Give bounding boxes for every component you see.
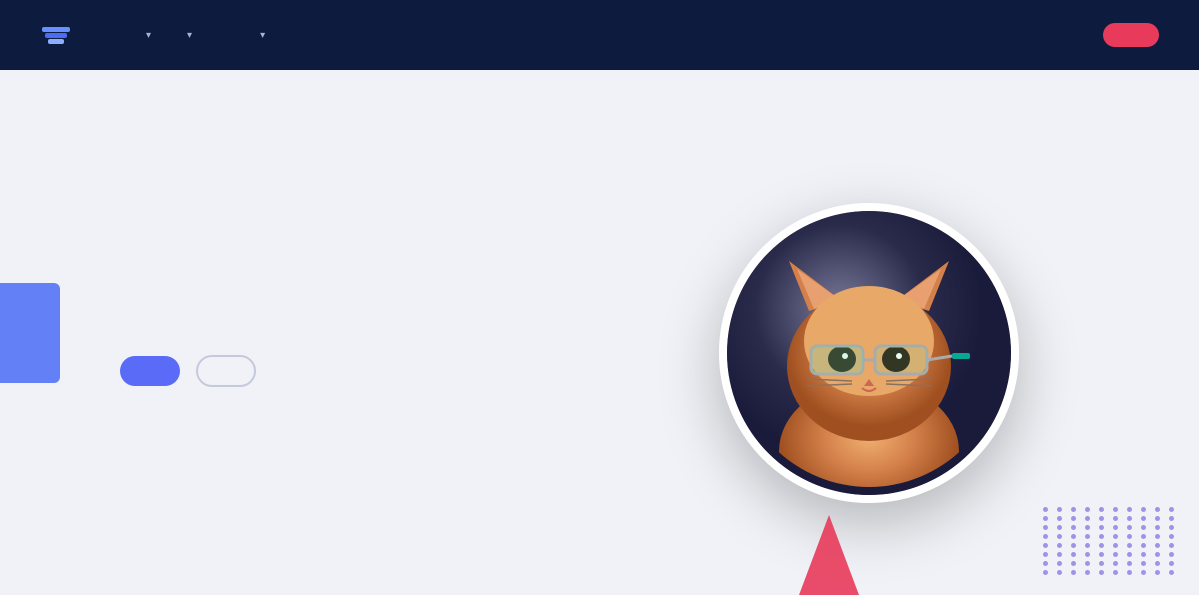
nav-plans[interactable] [212,29,236,41]
nav-for[interactable]: ▾ [244,24,277,47]
nav-platform[interactable]: ▾ [130,24,163,47]
product-hunt-button[interactable] [196,355,256,387]
navbar: ▾ ▾ ▾ [0,0,1199,70]
logo-icon [40,19,72,51]
resources-chevron-icon: ▾ [187,30,192,41]
hero-buttons [120,355,620,387]
nav-links: ▾ ▾ ▾ [130,24,1027,47]
nav-resources[interactable]: ▾ [171,24,204,47]
for-chevron-icon: ▾ [260,30,265,41]
product-hunt-image [719,203,1019,503]
nav-right [1059,23,1159,47]
login-button[interactable] [1059,29,1083,41]
hero-left [120,319,620,387]
hero-right [620,203,1120,503]
platform-chevron-icon: ▾ [146,30,151,41]
pink-arrow-decoration [799,515,859,595]
cat-illustration [727,211,1011,495]
dot-grid-decoration: const grid = document.querySelector('.do… [1043,507,1179,575]
start-building-button[interactable] [1103,23,1159,47]
logo[interactable] [40,19,82,51]
blue-accent-bar [0,283,60,383]
grab-free-account-button[interactable] [120,356,180,386]
hero-section: const grid = document.querySelector('.do… [0,70,1199,595]
